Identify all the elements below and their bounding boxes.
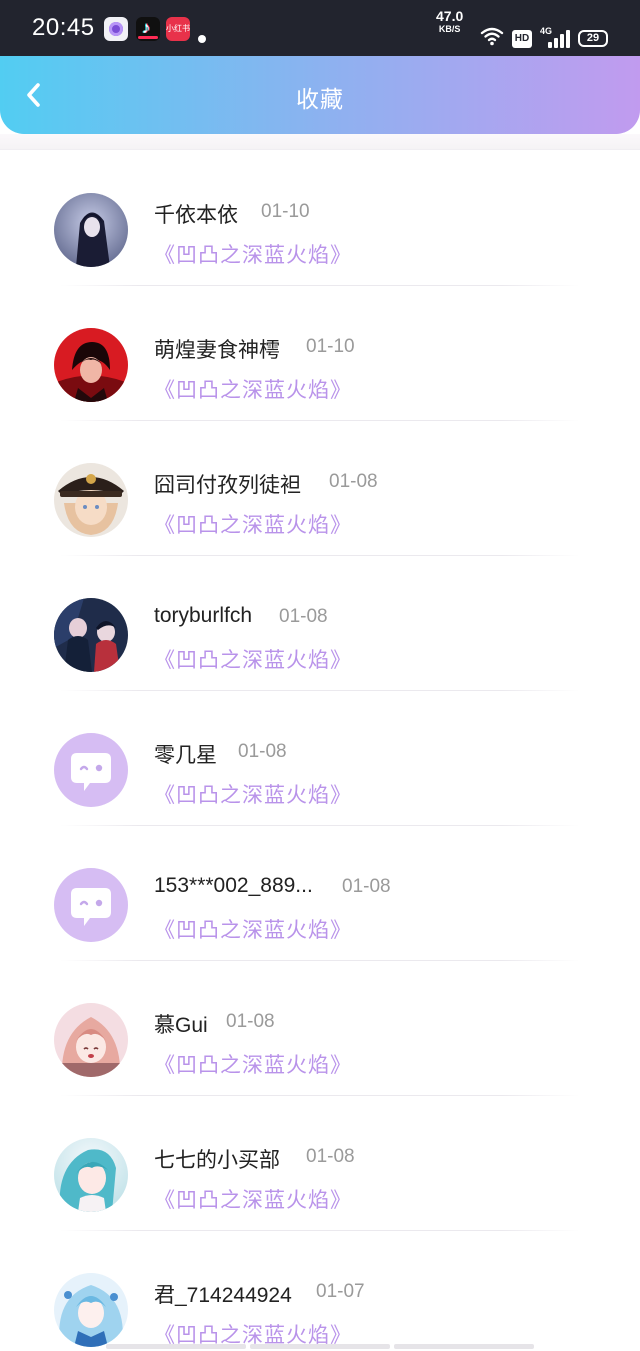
item-title[interactable]: 《凹凸之深蓝火焰》 <box>154 914 352 944</box>
header-shadow-divider <box>0 134 640 150</box>
list-item[interactable]: 零几星 01-08 《凹凸之深蓝火焰》 <box>0 691 640 826</box>
more-notifications-dot-icon <box>198 35 206 43</box>
dark-duo-avatar-icon <box>54 598 128 672</box>
battery-icon: 29 <box>578 30 608 47</box>
avatar[interactable] <box>54 1003 128 1077</box>
list-item[interactable]: toryburlfch 01-08 《凹凸之深蓝火焰》 <box>0 556 640 691</box>
wifi-icon <box>480 27 504 46</box>
header: 收藏 <box>0 56 640 134</box>
item-title[interactable]: 《凹凸之深蓝火焰》 <box>154 1049 352 1079</box>
favorites-list: 千依本依 01-10 《凹凸之深蓝火焰》 萌煌妻食神樗 01-10 《凹凸之深蓝… <box>0 151 640 1351</box>
network-speed-unit: KB/S <box>438 24 461 34</box>
avatar[interactable] <box>54 328 128 402</box>
military-cap-avatar-icon <box>54 463 128 537</box>
item-name[interactable]: 萌煌妻食神樗 <box>154 334 280 364</box>
dark-girl-avatar-icon <box>54 193 128 267</box>
status-bar: 20:45 小红书 47.0 KB/S HD 4G 29 <box>0 0 640 56</box>
list-item[interactable]: 囧司付孜列徒袒 01-08 《凹凸之深蓝火焰》 <box>0 421 640 556</box>
default-chat-avatar-icon <box>54 733 128 807</box>
item-date: 01-08 <box>226 1011 275 1032</box>
avatar[interactable] <box>54 193 128 267</box>
item-date: 01-08 <box>306 1146 355 1167</box>
item-title[interactable]: 《凹凸之深蓝火焰》 <box>154 239 352 269</box>
network-type: 4G <box>540 26 553 36</box>
item-date: 01-08 <box>342 876 391 897</box>
tiktok-notification-icon <box>136 17 160 41</box>
avatar[interactable] <box>54 1273 128 1347</box>
network-speed-value: 47.0 <box>436 8 464 24</box>
default-chat-avatar-icon <box>54 868 128 942</box>
avatar[interactable] <box>54 868 128 942</box>
item-date: 01-10 <box>306 336 355 357</box>
list-item[interactable]: 千依本依 01-10 《凹凸之深蓝火焰》 <box>0 151 640 286</box>
scroll-indicator <box>106 1344 534 1349</box>
list-item[interactable]: 153***002_889... 01-08 《凹凸之深蓝火焰》 <box>0 826 640 961</box>
blue-girl-avatar-icon <box>54 1273 128 1347</box>
item-name[interactable]: 慕Gui <box>154 1009 208 1039</box>
teal-girl-avatar-icon <box>54 1138 128 1212</box>
item-title[interactable]: 《凹凸之深蓝火焰》 <box>154 644 352 674</box>
item-title[interactable]: 《凹凸之深蓝火焰》 <box>154 1184 352 1214</box>
item-name[interactable]: toryburlfch <box>154 604 252 628</box>
list-item[interactable]: 萌煌妻食神樗 01-10 《凹凸之深蓝火焰》 <box>0 286 640 421</box>
item-title[interactable]: 《凹凸之深蓝火焰》 <box>154 779 352 809</box>
avatar[interactable] <box>54 463 128 537</box>
page-title: 收藏 <box>296 86 344 112</box>
item-name[interactable]: 千依本依 <box>154 199 238 229</box>
item-name[interactable]: 零几星 <box>154 739 217 769</box>
item-date: 01-07 <box>316 1281 365 1302</box>
app-notification-icon <box>104 17 128 41</box>
xiaohongshu-notification-icon: 小红书 <box>166 17 190 41</box>
list-item[interactable]: 七七的小买部 01-08 《凹凸之深蓝火焰》 <box>0 1096 640 1231</box>
list-item[interactable]: 君_714244924 01-07 《凹凸之深蓝火焰》 <box>0 1231 640 1351</box>
item-name[interactable]: 153***002_889... <box>154 874 313 898</box>
network-speed: 47.0 KB/S <box>436 9 463 34</box>
red-boy-avatar-icon <box>54 328 128 402</box>
item-date: 01-10 <box>261 201 310 222</box>
cellular-signal-icon: 4G <box>540 26 570 48</box>
list-item[interactable]: 慕Gui 01-08 《凹凸之深蓝火焰》 <box>0 961 640 1096</box>
avatar[interactable] <box>54 598 128 672</box>
item-name[interactable]: 七七的小买部 <box>154 1144 280 1174</box>
status-time: 20:45 <box>32 14 95 41</box>
hd-icon: HD <box>512 30 532 48</box>
avatar[interactable] <box>54 1138 128 1212</box>
item-title[interactable]: 《凹凸之深蓝火焰》 <box>154 509 352 539</box>
pink-girl-avatar-icon <box>54 1003 128 1077</box>
avatar[interactable] <box>54 733 128 807</box>
item-date: 01-08 <box>329 471 378 492</box>
item-name[interactable]: 囧司付孜列徒袒 <box>154 469 301 499</box>
item-name[interactable]: 君_714244924 <box>154 1279 292 1309</box>
item-date: 01-08 <box>238 741 287 762</box>
item-title[interactable]: 《凹凸之深蓝火焰》 <box>154 374 352 404</box>
item-date: 01-08 <box>279 606 328 627</box>
